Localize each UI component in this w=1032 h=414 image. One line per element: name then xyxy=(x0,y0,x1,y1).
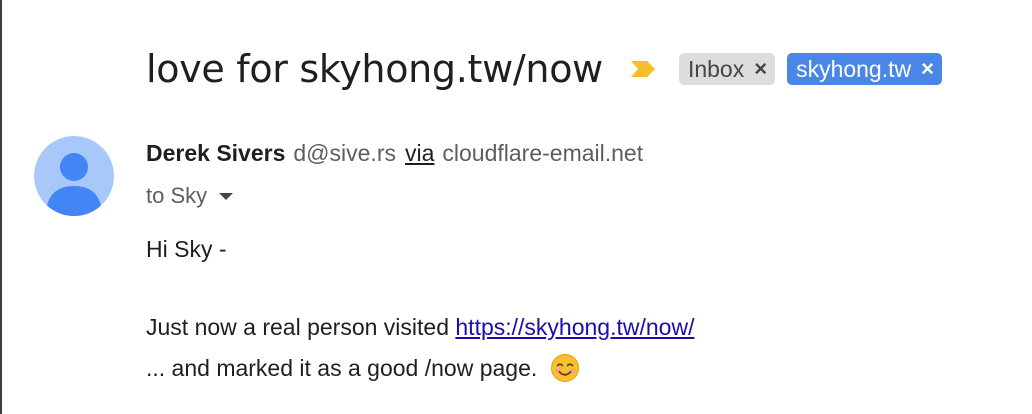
label-skyhong[interactable]: skyhong.tw × xyxy=(787,53,942,85)
label-skyhong-text: skyhong.tw xyxy=(796,55,912,82)
email-subject: love for skyhong.tw/now xyxy=(146,47,603,91)
sender-line: Derek Sivers d@sive.rs via cloudflare-em… xyxy=(146,140,643,172)
body-line-marked-text: ... and marked it as a good /now page. xyxy=(146,355,538,381)
subject-header: love for skyhong.tw/now Inbox × skyhong.… xyxy=(146,40,942,98)
person-avatar-icon xyxy=(46,153,102,216)
body-line-marked: ... and marked it as a good /now page. xyxy=(146,353,580,383)
window-edge xyxy=(0,0,2,414)
via-link[interactable]: via xyxy=(405,140,434,167)
important-arrow-icon[interactable] xyxy=(629,59,657,79)
body-greeting: Hi Sky - xyxy=(146,236,227,262)
sender-email: d@sive.rs xyxy=(293,140,396,166)
recipient-line[interactable]: to Sky xyxy=(146,180,234,212)
remove-label-skyhong-icon[interactable]: × xyxy=(921,58,934,80)
label-inbox-text: Inbox xyxy=(687,55,745,82)
remove-label-inbox-icon[interactable]: × xyxy=(754,58,767,80)
label-inbox[interactable]: Inbox × xyxy=(678,53,776,85)
recipient-text: to Sky xyxy=(146,183,208,208)
body-line-visit: Just now a real person visited https://s… xyxy=(146,314,694,341)
sender-name[interactable]: Derek Sivers xyxy=(146,140,285,167)
smiling-face-emoji-icon xyxy=(550,354,579,382)
body-line-visit-text: Just now a real person visited xyxy=(146,314,456,340)
caret-down-icon[interactable] xyxy=(219,192,234,200)
now-page-link[interactable]: https://skyhong.tw/now/ xyxy=(455,314,694,340)
via-domain: cloudflare-email.net xyxy=(442,140,644,166)
sender-avatar[interactable] xyxy=(34,136,114,216)
